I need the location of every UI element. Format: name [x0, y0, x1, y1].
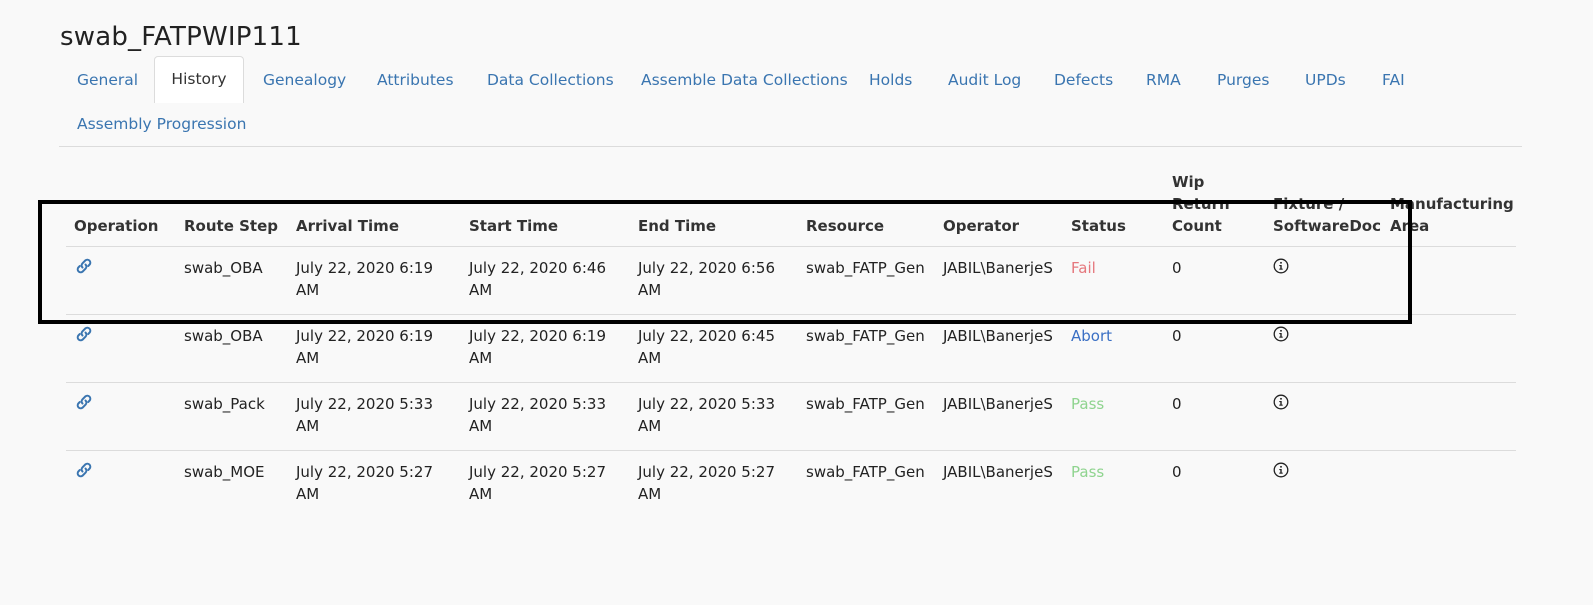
cell-end-time: July 22, 2020 5:33 — [638, 395, 775, 413]
cell-end-time: July 22, 2020 6:56 — [638, 259, 775, 277]
cell-end-time-ampm: AM — [638, 281, 662, 299]
cell-route-step: swab_OBA — [184, 259, 263, 277]
header-route-step[interactable]: Route Step — [184, 215, 278, 237]
tab-defects[interactable]: Defects — [1054, 70, 1113, 90]
header-status[interactable]: Status — [1071, 215, 1126, 237]
tab-fai[interactable]: FAI — [1382, 70, 1405, 90]
tab-general[interactable]: General — [77, 70, 138, 90]
link-icon[interactable] — [74, 460, 94, 484]
cell-arrival-time: July 22, 2020 5:33 — [296, 395, 433, 413]
cell-arrival-time-ampm: AM — [296, 485, 320, 503]
cell-status: Pass — [1071, 463, 1105, 481]
cell-status: Pass — [1071, 395, 1105, 413]
cell-end-time-ampm: AM — [638, 417, 662, 435]
cell-arrival-time: July 22, 2020 5:27 — [296, 463, 433, 481]
header-fixture-1[interactable]: Fixture / — [1273, 193, 1344, 215]
info-icon[interactable] — [1273, 326, 1289, 346]
tab-purges[interactable]: Purges — [1217, 70, 1269, 90]
cell-start-time: July 22, 2020 5:27 — [469, 463, 606, 481]
cell-start-time-ampm: AM — [469, 281, 493, 299]
cell-end-time-ampm: AM — [638, 485, 662, 503]
header-mfg-area-2[interactable]: Area — [1390, 215, 1429, 237]
tab-audit-log[interactable]: Audit Log — [948, 70, 1021, 90]
tab-upds[interactable]: UPDs — [1305, 70, 1346, 90]
tab-genealogy[interactable]: Genealogy — [263, 70, 346, 90]
header-arrival-time[interactable]: Arrival Time — [296, 215, 399, 237]
cell-resource: swab_FATP_Gen — [806, 463, 925, 481]
cell-end-time: July 22, 2020 5:27 — [638, 463, 775, 481]
tab-history[interactable]: History — [154, 56, 244, 103]
cell-arrival-time-ampm: AM — [296, 281, 320, 299]
cell-wip-return-count: 0 — [1172, 327, 1182, 345]
tab-assembly-progression[interactable]: Assembly Progression — [77, 114, 246, 134]
header-wip-return-1[interactable]: Wip — [1172, 171, 1204, 193]
row-divider — [66, 382, 1516, 383]
cell-start-time-ampm: AM — [469, 349, 493, 367]
tab-rma[interactable]: RMA — [1146, 70, 1181, 90]
cell-wip-return-count: 0 — [1172, 463, 1182, 481]
cell-start-time: July 22, 2020 6:46 — [469, 259, 606, 277]
header-mfg-area-1[interactable]: Manufacturing — [1390, 193, 1514, 215]
cell-end-time-ampm: AM — [638, 349, 662, 367]
cell-start-time: July 22, 2020 6:19 — [469, 327, 606, 345]
cell-route-step: swab_Pack — [184, 395, 265, 413]
cell-wip-return-count: 0 — [1172, 259, 1182, 277]
info-icon[interactable] — [1273, 258, 1289, 278]
header-resource[interactable]: Resource — [806, 215, 884, 237]
header-operation[interactable]: Operation — [74, 215, 158, 237]
cell-route-step: swab_OBA — [184, 327, 263, 345]
cell-arrival-time: July 22, 2020 6:19 — [296, 327, 433, 345]
cell-arrival-time-ampm: AM — [296, 349, 320, 367]
page-title: swab_FATPWIP111 — [60, 22, 302, 52]
cell-end-time: July 22, 2020 6:45 — [638, 327, 775, 345]
cell-operator: JABIL\BanerjeS — [943, 327, 1053, 345]
cell-resource: swab_FATP_Gen — [806, 259, 925, 277]
cell-start-time-ampm: AM — [469, 417, 493, 435]
cell-operator: JABIL\BanerjeS — [943, 259, 1053, 277]
tab-data-collections[interactable]: Data Collections — [487, 70, 614, 90]
cell-start-time-ampm: AM — [469, 485, 493, 503]
header-wip-return-2[interactable]: Return — [1172, 193, 1230, 215]
cell-operator: JABIL\BanerjeS — [943, 463, 1053, 481]
row-divider — [66, 450, 1516, 451]
tab-assemble-data-collections[interactable]: Assemble Data Collections — [641, 70, 848, 90]
cell-status: Fail — [1071, 259, 1096, 277]
info-icon[interactable] — [1273, 394, 1289, 414]
cell-arrival-time: July 22, 2020 6:19 — [296, 259, 433, 277]
cell-wip-return-count: 0 — [1172, 395, 1182, 413]
header-start-time[interactable]: Start Time — [469, 215, 558, 237]
tabs-divider — [59, 146, 1522, 147]
cell-resource: swab_FATP_Gen — [806, 395, 925, 413]
link-icon[interactable] — [74, 324, 94, 348]
info-icon[interactable] — [1273, 462, 1289, 482]
tab-attributes[interactable]: Attributes — [377, 70, 454, 90]
tab-holds[interactable]: Holds — [869, 70, 912, 90]
link-icon[interactable] — [74, 392, 94, 416]
cell-operator: JABIL\BanerjeS — [943, 395, 1053, 413]
cell-start-time: July 22, 2020 5:33 — [469, 395, 606, 413]
row-divider — [66, 314, 1516, 315]
link-icon[interactable] — [74, 256, 94, 280]
header-operator[interactable]: Operator — [943, 215, 1019, 237]
cell-status: Abort — [1071, 327, 1113, 345]
cell-arrival-time-ampm: AM — [296, 417, 320, 435]
cell-resource: swab_FATP_Gen — [806, 327, 925, 345]
header-wip-return-3[interactable]: Count — [1172, 215, 1222, 237]
header-end-time[interactable]: End Time — [638, 215, 716, 237]
header-fixture-2[interactable]: SoftwareDoc — [1273, 215, 1381, 237]
header-divider — [66, 246, 1516, 247]
cell-route-step: swab_MOE — [184, 463, 265, 481]
